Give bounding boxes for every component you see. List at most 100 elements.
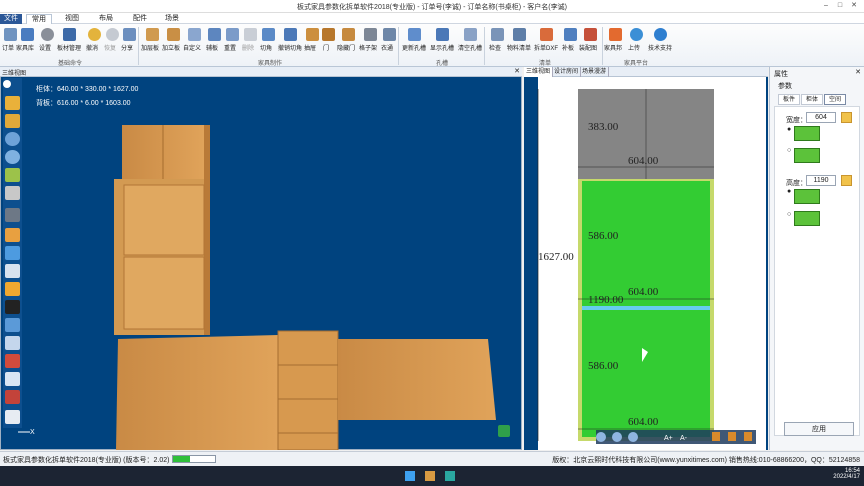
tab-scene[interactable]: 场景 [160, 14, 184, 24]
check-icon [490, 28, 504, 41]
desk-right-panel[interactable] [338, 339, 496, 420]
tech-support-button[interactable]: 技术支持 [648, 28, 672, 56]
settings-button[interactable]: 设置 [37, 28, 57, 56]
dim-top-height: 383.00 [588, 121, 619, 133]
tab-space[interactable]: 空间 [824, 94, 846, 105]
taskbar: 16:54 2022/4/17 [0, 466, 864, 486]
date-text: 2022/4/17 [833, 474, 860, 480]
separator [398, 27, 399, 65]
cabinet-side [204, 125, 210, 335]
tab-view[interactable]: 视图 [60, 14, 84, 24]
maximize-icon[interactable]: □ [836, 2, 844, 10]
radio-icon[interactable]: ○ [787, 147, 791, 154]
width-input[interactable]: 604 [806, 112, 836, 123]
update-holes-icon [407, 28, 421, 41]
patch-board-button[interactable]: 补板 [560, 28, 580, 56]
shelf-board[interactable] [582, 306, 710, 310]
tab-layout[interactable]: 布局 [94, 14, 118, 24]
furniture-library-button[interactable]: 家具库 [16, 28, 37, 56]
mouse-cursor-icon [642, 348, 648, 362]
file-menu[interactable]: 文件 [0, 14, 22, 24]
tab-3d-view[interactable]: 三维视图 [524, 67, 554, 77]
door-button[interactable]: 门 [318, 28, 338, 56]
progress-fill [173, 456, 190, 462]
height-label: 高度： [786, 180, 807, 187]
board-icon [62, 28, 76, 41]
width-mode-right-icon[interactable] [794, 148, 820, 163]
height-mode-bottom-icon[interactable] [794, 211, 820, 226]
axis-x-label: X [30, 429, 35, 436]
undo-chamfer-button[interactable]: 撤销切角 [278, 28, 302, 56]
title-bar: 板式家具参数化拆单软件2018(专业版) - 订单号(李诚) - 订单名称(书桌… [0, 0, 864, 13]
share-button[interactable]: 分享 [119, 28, 139, 56]
dim-bottom-width: 604.00 [628, 416, 659, 428]
tab-hardware[interactable]: 配件 [128, 14, 152, 24]
mid-tabs: 三维视图 设计房间 场景漫游 [524, 67, 768, 77]
furniture-bang-button[interactable]: 家具邦 [604, 28, 625, 56]
hidden-door-button[interactable]: 隐藏门 [337, 28, 358, 56]
drawer-unit[interactable] [277, 330, 339, 450]
dxf-icon [539, 28, 553, 41]
windows-start-icon[interactable] [405, 471, 415, 481]
copyright-text: 版权：北京云熙时代科技有限公司(www.yunxitimes.com) 销售热线… [552, 457, 860, 464]
upload-button[interactable]: 上传 [626, 28, 646, 56]
drawer-icon [305, 28, 319, 41]
upload-icon [629, 28, 643, 41]
height-mode-top-icon[interactable] [794, 189, 820, 204]
material-list-icon [512, 28, 526, 41]
app-icon[interactable] [445, 471, 455, 481]
share-icon [122, 28, 136, 41]
desk-left-panel[interactable] [116, 335, 278, 450]
undo-icon [87, 28, 101, 41]
window-title: 板式家具参数化拆单软件2018(专业版) - 订单号(李诚) - 订单名称(书桌… [297, 4, 567, 11]
close-icon[interactable]: ✕ [850, 2, 858, 10]
tab-design-room[interactable]: 设计房间 [552, 67, 582, 77]
pan-icon[interactable] [628, 432, 638, 442]
lock-icon[interactable] [744, 432, 752, 441]
assembly-icon [583, 28, 597, 41]
zoom-out-icon[interactable] [612, 432, 622, 442]
custom-button[interactable]: 自定义 [183, 28, 204, 56]
axis-gizmo-icon[interactable] [498, 425, 510, 437]
chamfer-button[interactable]: 切角 [258, 28, 278, 56]
clear-holes-button[interactable]: 清空孔槽 [458, 28, 482, 56]
dxf-button[interactable]: 拆单DXF [534, 28, 558, 56]
assembly-drawing-button[interactable]: 装配图 [579, 28, 600, 56]
tab-cabinet[interactable]: 柜体 [801, 94, 823, 105]
update-holes-button[interactable]: 更新孔槽 [402, 28, 426, 56]
redo-icon [105, 28, 119, 41]
lock-icon[interactable] [841, 175, 852, 186]
close-icon[interactable]: ✕ [855, 68, 861, 76]
tab-board[interactable]: 板件 [778, 94, 800, 105]
aux-board-icon [207, 28, 221, 41]
add-shelf-button[interactable]: 加层板 [141, 28, 162, 56]
width-label: 宽度： [786, 117, 807, 124]
furniture-bang-icon [608, 28, 622, 41]
clothes-rail-button[interactable]: 衣通 [379, 28, 399, 56]
add-vertical-board-button[interactable]: 加立板 [162, 28, 183, 56]
group-furniture: 家具制作 [257, 61, 282, 67]
apply-button[interactable]: 应用 [784, 422, 854, 436]
lock-icon[interactable] [728, 432, 736, 441]
lock-icon[interactable] [712, 432, 720, 441]
check-button[interactable]: 检查 [487, 28, 507, 56]
material-list-button[interactable]: 物料清单 [507, 28, 531, 56]
show-holes-icon [435, 28, 449, 41]
separator [138, 27, 139, 65]
group-holes: 孔槽 [435, 61, 448, 67]
height-input[interactable]: 1190 [806, 175, 836, 186]
dim-total-height: 1627.00 [538, 251, 574, 263]
radio-icon[interactable]: ● [787, 126, 791, 133]
group-platform: 家具平台 [623, 61, 648, 67]
radio-icon[interactable]: ○ [787, 211, 791, 218]
tab-common[interactable]: 常用 [26, 14, 52, 24]
width-mode-left-icon[interactable] [794, 126, 820, 141]
board-manage-button[interactable]: 板材管理 [57, 28, 81, 56]
zoom-icon[interactable] [596, 432, 606, 442]
show-holes-button[interactable]: 显示孔槽 [430, 28, 454, 56]
minimize-icon[interactable]: – [822, 2, 830, 10]
file-explorer-icon[interactable] [425, 471, 435, 481]
radio-icon[interactable]: ● [787, 188, 791, 195]
tab-scene-roam[interactable]: 场景漫游 [580, 67, 610, 77]
lock-icon[interactable] [841, 112, 852, 123]
